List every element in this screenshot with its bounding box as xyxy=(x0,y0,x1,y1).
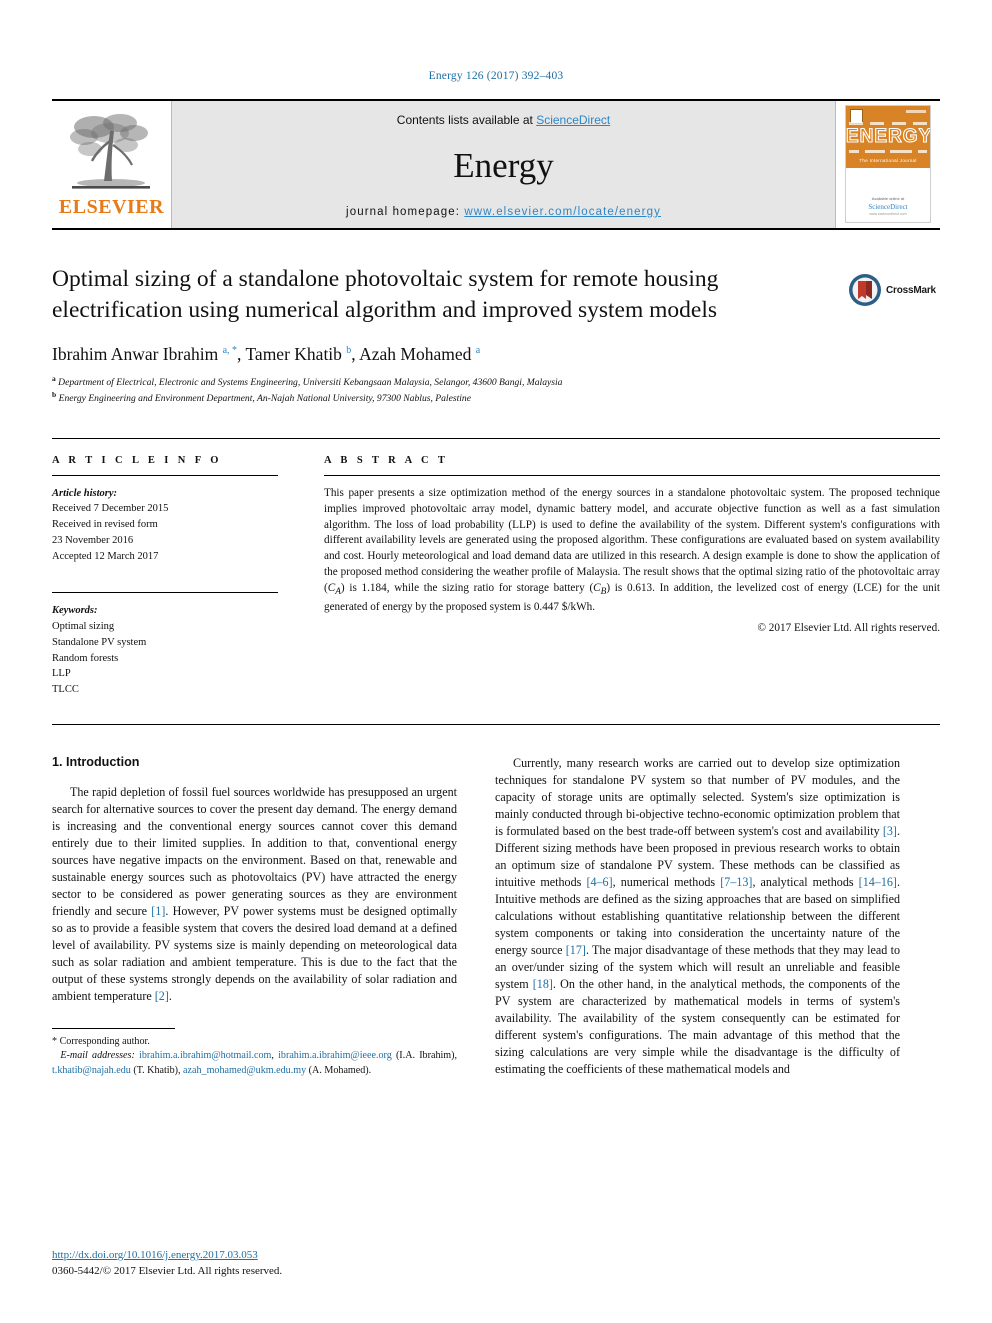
paper-page: Energy 126 (2017) 392–403 ELSEVIER Conte… xyxy=(0,0,992,1323)
issn-copyright-line: 0360-5442/© 2017 Elsevier Ltd. All right… xyxy=(52,1265,283,1278)
homepage-prefix: journal homepage: xyxy=(346,206,465,218)
journal-homepage-link[interactable]: www.elsevier.com/locate/energy xyxy=(464,206,661,218)
elsevier-tree-icon xyxy=(69,114,150,189)
journal-title: Energy xyxy=(453,146,554,185)
affiliation-mark-a: a xyxy=(52,374,56,384)
crossmark-icon xyxy=(849,274,881,306)
affiliation-mark-b: b xyxy=(52,389,57,399)
corresponding-author-note: * Corresponding author. xyxy=(52,1036,150,1048)
journal-banner: ELSEVIER Contents lists available at Sci… xyxy=(52,99,940,230)
sciencedirect-link[interactable]: ScienceDirect xyxy=(536,113,610,127)
article-title: Optimal sizing of a standalone photovolt… xyxy=(52,266,719,323)
keywords-label: Keywords: xyxy=(52,605,98,617)
cover-available-at: Available online at xyxy=(871,196,905,201)
keyword-item: TLCC xyxy=(52,684,79,696)
journal-cover-thumbnail: ENERGY The International Journal Availab… xyxy=(836,101,940,228)
abstract-text: This paper presents a size optimization … xyxy=(324,486,940,613)
contents-available-line: Contents lists available at ScienceDirec… xyxy=(397,113,610,127)
elsevier-logo: ELSEVIER xyxy=(52,101,172,228)
history-item: Accepted 12 March 2017 xyxy=(52,550,159,562)
paragraph: Currently, many research works are carri… xyxy=(495,755,901,1076)
history-item: Received in revised form xyxy=(52,519,158,531)
abstract-heading: A B S T R A C T xyxy=(324,454,449,466)
cover-tagline: The International Journal xyxy=(859,158,917,163)
article-info-rule xyxy=(52,474,278,476)
article-history-block: Article history: Received 7 December 201… xyxy=(52,486,278,565)
contents-prefix: Contents lists available at xyxy=(396,113,537,127)
email-label: E-mail addresses: xyxy=(60,1050,135,1062)
crossmark-badge[interactable]: CrossMark xyxy=(848,266,940,314)
email-addresses-note: E-mail addresses: ibrahim.a.ibrahim@hotm… xyxy=(52,1049,457,1077)
keywords-block: Keywords: Optimal sizing Standalone PV s… xyxy=(52,592,278,698)
cover-title: ENERGY xyxy=(846,125,931,147)
running-head: Energy 126 (2017) 392–403 xyxy=(428,70,564,82)
info-abstract-region: A R T I C L E I N F O Article history: R… xyxy=(52,437,940,698)
section-heading-introduction: 1. Introduction xyxy=(52,754,140,769)
history-item: 23 November 2016 xyxy=(52,534,134,546)
keyword-item: Random forests xyxy=(52,652,119,664)
abstract-copyright: © 2017 Elsevier Ltd. All rights reserved… xyxy=(757,621,941,634)
abstract-rule xyxy=(324,474,940,476)
article-info-heading: A R T I C L E I N F O xyxy=(52,454,222,466)
history-item: Received 7 December 2015 xyxy=(52,503,169,515)
footer-block: http://dx.doi.org/10.1016/j.energy.2017.… xyxy=(52,1245,282,1280)
cover-sciencedirect: ScienceDirect xyxy=(868,203,908,211)
banner-center: Contents lists available at ScienceDirec… xyxy=(172,101,836,228)
footnote-area: * Corresponding author. E-mail addresses… xyxy=(52,1028,457,1077)
cover-sub-bars xyxy=(849,150,927,153)
affiliation-a: a Department of Electrical, Electronic a… xyxy=(52,374,940,390)
article-info-column: A R T I C L E I N F O Article history: R… xyxy=(52,439,278,698)
journal-homepage-line: journal homepage: www.elsevier.com/locat… xyxy=(346,206,661,218)
affiliation-b-text: Energy Engineering and Environment Depar… xyxy=(58,393,471,405)
keyword-item: LLP xyxy=(52,668,71,680)
keyword-item: Optimal sizing xyxy=(52,621,115,633)
article-history-label: Article history: xyxy=(52,487,118,499)
abstract-column: A B S T R A C T This paper presents a si… xyxy=(324,439,940,698)
cover-sciencedirect-url: www.sciencedirect.com xyxy=(869,212,907,216)
keyword-item: Standalone PV system xyxy=(52,636,147,648)
body-column-left: 1. Introduction The rapid depletion of f… xyxy=(52,755,457,1078)
title-block: Optimal sizing of a standalone photovolt… xyxy=(52,264,940,406)
crossmark-label: CrossMark xyxy=(886,284,936,296)
cover-header-bars xyxy=(849,122,927,125)
doi-link[interactable]: http://dx.doi.org/10.1016/j.energy.2017.… xyxy=(52,1249,258,1261)
author-list: Ibrahim Anwar Ibrahim a, *, Tamer Khatib… xyxy=(52,344,481,365)
footnote-rule xyxy=(52,1028,175,1030)
affiliation-list: a Department of Electrical, Electronic a… xyxy=(52,374,940,406)
paragraph: The rapid depletion of fossil fuel sourc… xyxy=(52,784,457,1003)
affiliation-a-text: Department of Electrical, Electronic and… xyxy=(58,377,563,389)
cover-issn-bar xyxy=(906,110,926,113)
body-column-right: Currently, many research works are carri… xyxy=(495,755,900,1078)
body-columns: 1. Introduction The rapid depletion of f… xyxy=(52,755,940,1078)
body-separator xyxy=(52,723,940,725)
affiliation-b: b Energy Engineering and Environment Dep… xyxy=(52,390,940,406)
elsevier-wordmark: ELSEVIER xyxy=(58,196,165,218)
keywords-rule xyxy=(52,592,278,594)
